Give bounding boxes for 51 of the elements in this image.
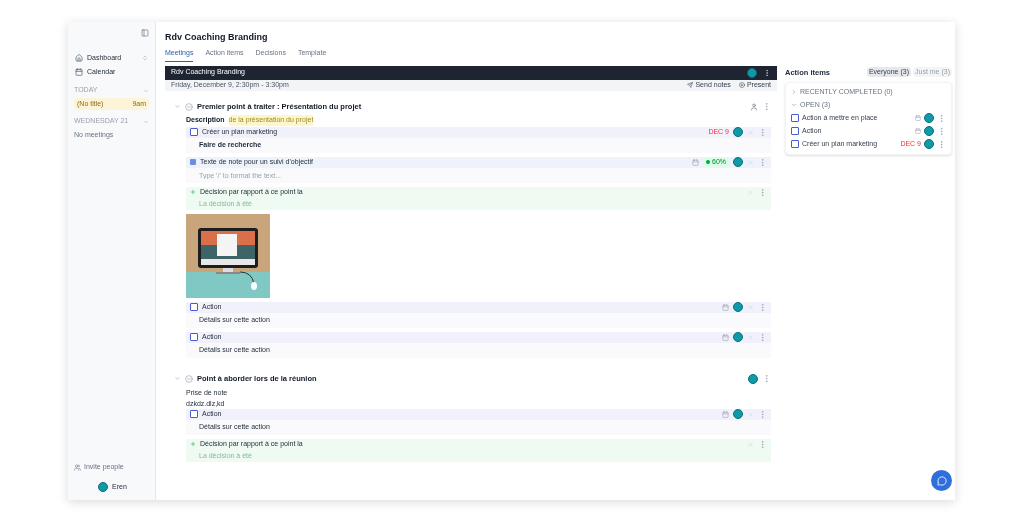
checkbox[interactable] [190,333,198,341]
calendar-icon[interactable] [915,128,921,135]
calendar-icon[interactable] [722,410,729,418]
page-title: Rdv Coaching Branding [165,31,268,44]
chat-icon [936,475,947,486]
calendar-icon[interactable] [915,115,921,122]
checkbox[interactable] [190,128,198,136]
calendar-icon[interactable] [722,303,729,311]
status-icon[interactable] [185,102,193,111]
avatar[interactable] [98,481,108,492]
remove-icon[interactable] [747,333,754,341]
collapse-icon[interactable] [174,103,181,110]
remove-icon[interactable] [747,158,754,166]
avatar[interactable] [924,139,934,150]
person-icon[interactable] [750,102,758,111]
chevron-icon[interactable] [143,118,149,125]
calendar-icon [75,68,83,76]
checkbox[interactable] [791,140,799,149]
remove-icon[interactable] [747,440,754,448]
remove-icon[interactable] [747,188,754,196]
avatar[interactable] [747,67,757,78]
remove-icon[interactable] [747,303,754,311]
play-icon [738,82,745,88]
calendar-icon[interactable] [692,158,699,166]
collapse-icon[interactable] [141,29,149,37]
bullet-icon [190,159,196,165]
home-icon [75,54,83,62]
calendar-icon[interactable] [722,333,729,341]
avatar[interactable] [733,302,743,312]
checkbox[interactable] [791,114,799,123]
send-icon [687,82,694,88]
plus-icon [190,441,196,447]
remove-icon[interactable] [747,410,754,418]
chevron-icon [142,55,148,61]
plus-icon [190,189,196,195]
status-icon[interactable] [185,374,193,383]
checkbox[interactable] [190,410,198,418]
avatar[interactable] [924,126,934,137]
collapse-icon[interactable] [174,375,181,382]
checkbox[interactable] [791,127,799,136]
chevron-icon[interactable] [143,87,149,94]
avatar[interactable] [733,332,743,342]
avatar[interactable] [733,127,743,137]
more-icon[interactable] [763,68,771,77]
remove-icon[interactable] [747,128,754,136]
avatar[interactable] [733,157,743,167]
people-icon [74,463,81,471]
checkbox[interactable] [190,303,198,311]
avatar[interactable] [748,373,758,384]
avatar[interactable] [733,409,743,419]
avatar[interactable] [924,113,934,124]
